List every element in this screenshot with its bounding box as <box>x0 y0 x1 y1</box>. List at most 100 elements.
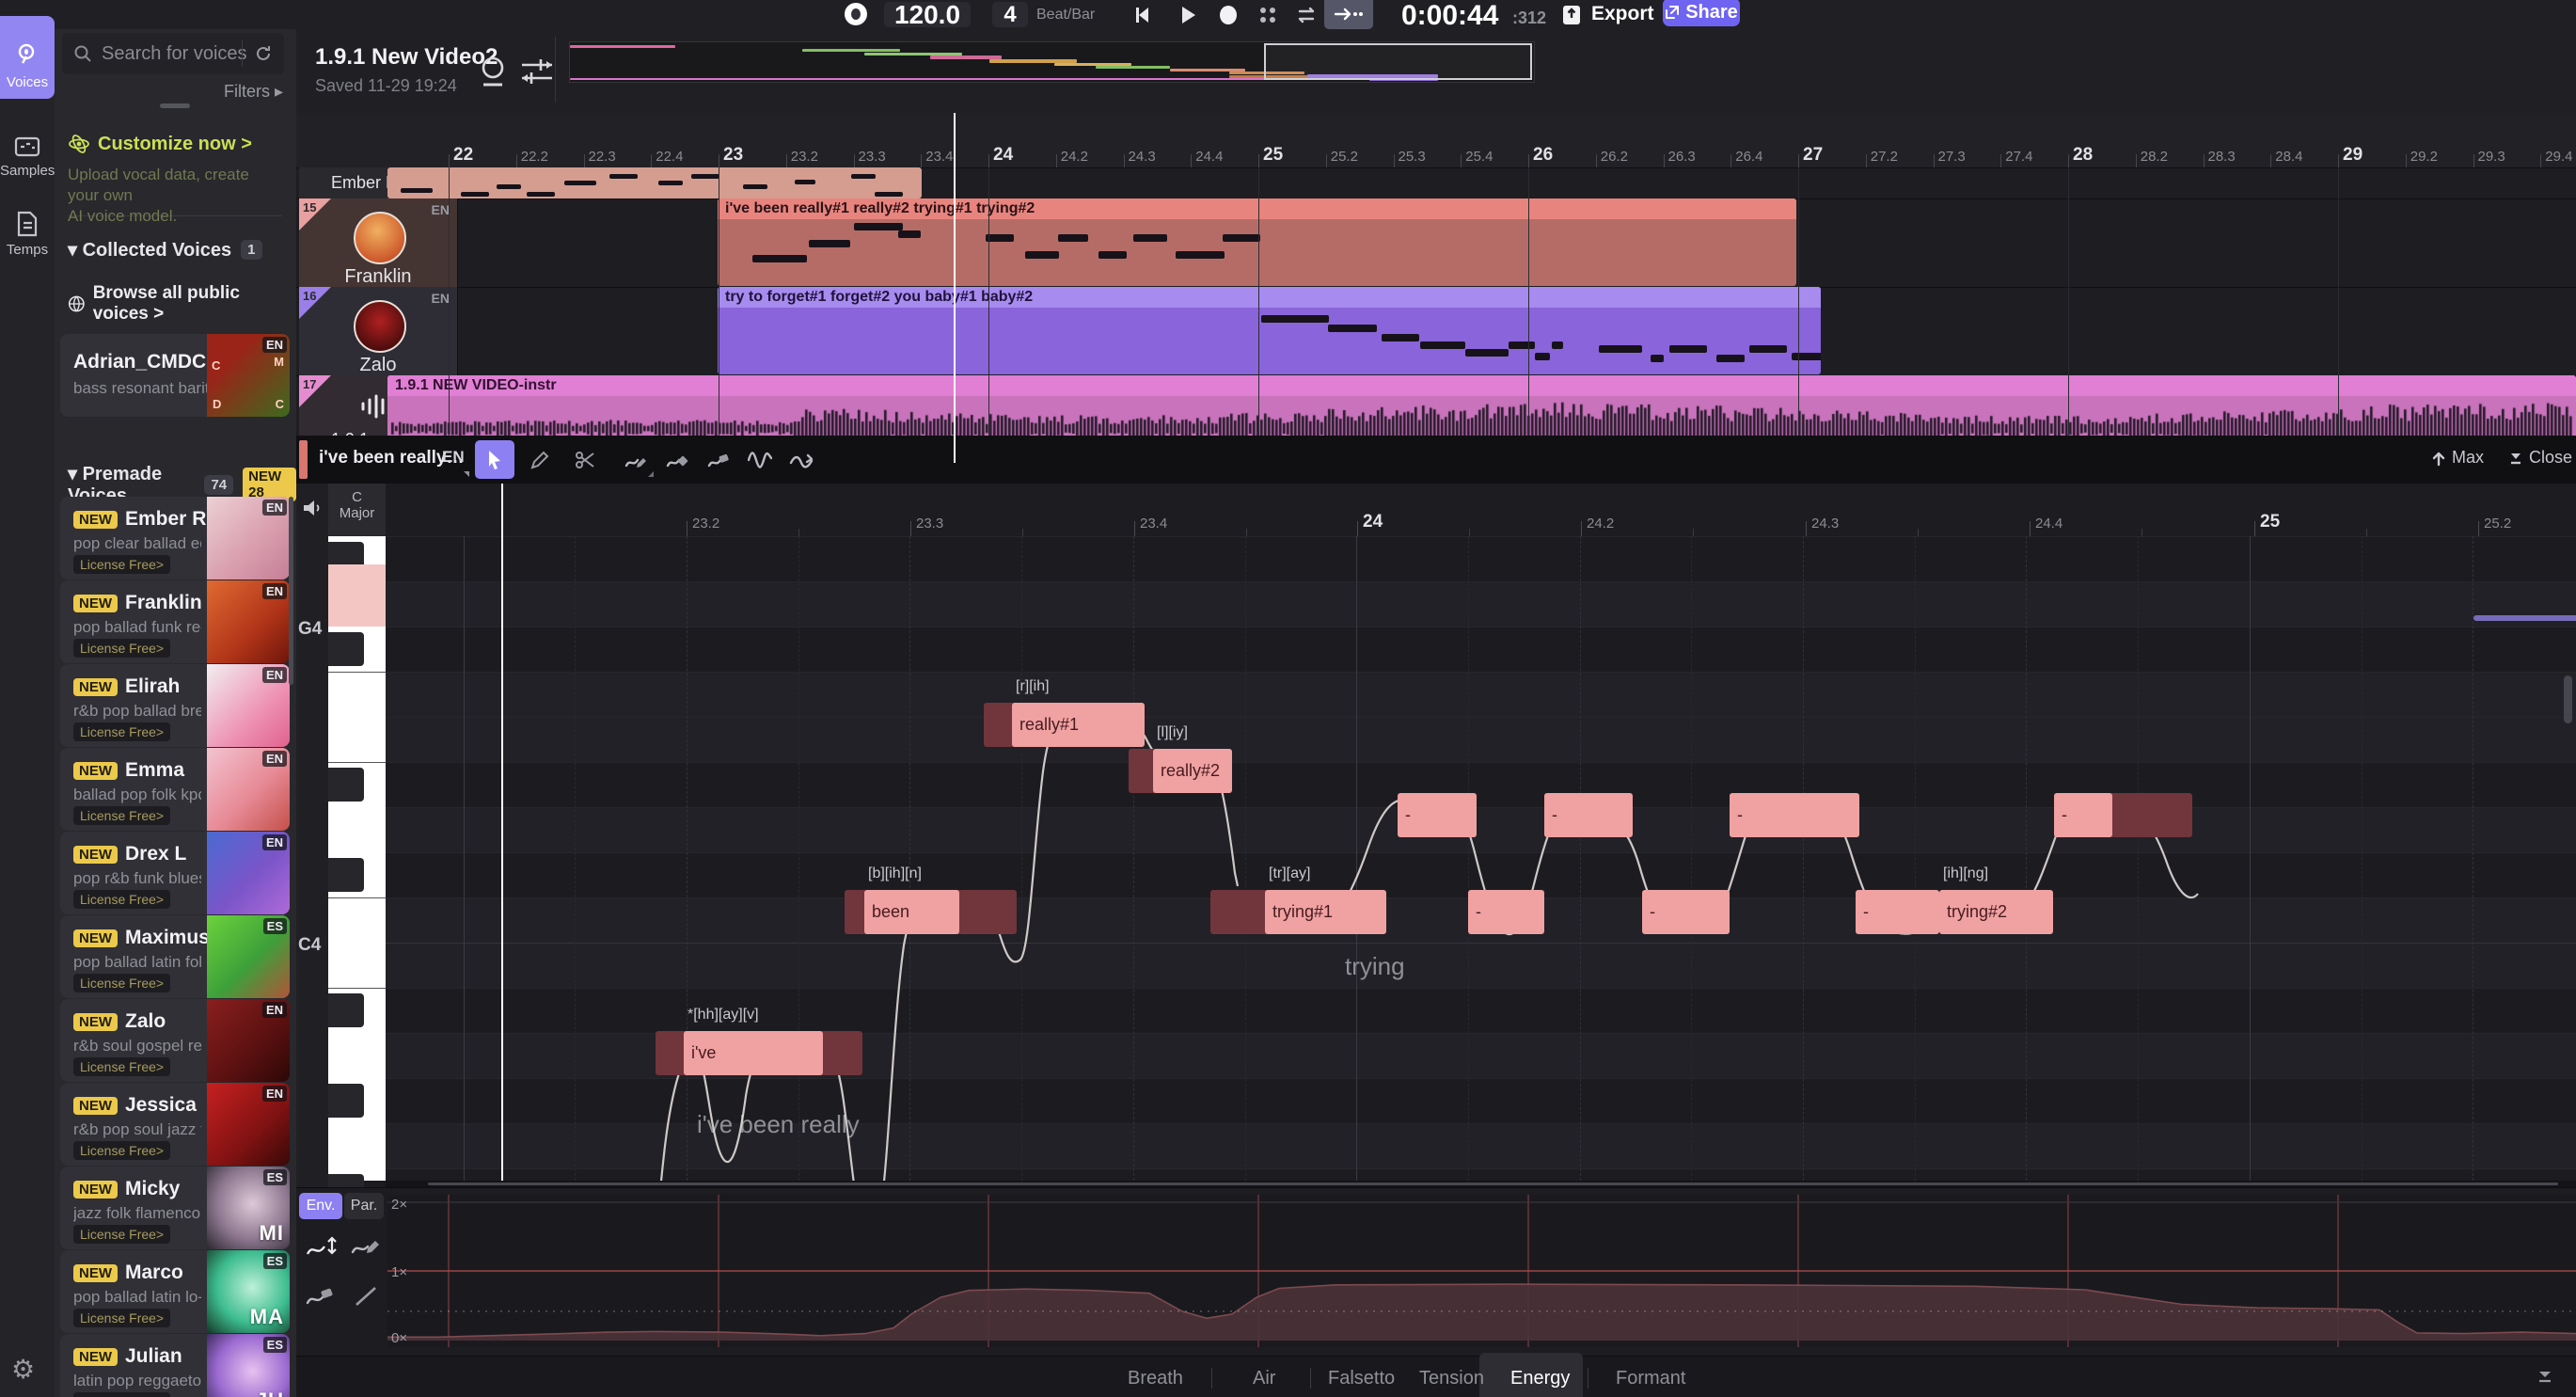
voice-card-julian[interactable]: NEWJulianlatin pop reggaeton afrLicense … <box>60 1334 290 1397</box>
voice-list-scrollbar[interactable] <box>289 497 293 685</box>
count-in-icon[interactable] <box>477 54 509 89</box>
note-lead-segment[interactable] <box>1210 890 1271 934</box>
close-editor-button[interactable]: Close <box>2508 448 2572 468</box>
note[interactable]: i've <box>684 1031 823 1075</box>
pitch-pen-tool-button[interactable] <box>616 440 656 479</box>
record-icon[interactable] <box>1220 6 1237 24</box>
piano-ruler[interactable]: 23.223.323.42424.224.324.42525.2 <box>386 484 2576 537</box>
param-graph[interactable]: 2× 1× 0× <box>387 1195 2576 1347</box>
note[interactable]: trying#1 <box>1265 890 1386 934</box>
tab-energy[interactable]: Energy <box>1510 1360 1570 1396</box>
license-link[interactable]: License Free> <box>73 722 170 741</box>
tab-tension[interactable]: Tension <box>1419 1360 1484 1396</box>
time-signature[interactable]: 4 <box>992 2 1028 27</box>
voice-card-micky[interactable]: NEWMickyjazz folk flamenco latinLicense … <box>60 1167 290 1249</box>
sidebar-tab-samples[interactable]: Samples <box>0 135 55 179</box>
note[interactable]: - <box>2054 793 2112 837</box>
piano-key-black[interactable] <box>328 768 364 802</box>
voice-card-emma[interactable]: NEWEmmaballad pop folk kpop edLicense Fr… <box>60 748 290 831</box>
loop-icon[interactable] <box>1294 4 1319 26</box>
param-line-tool-icon[interactable] <box>353 1284 379 1309</box>
note-grid[interactable]: i've*[hh][ay][v]been[b][ih][n]really#1[r… <box>386 536 2576 1181</box>
voice-card-zalo[interactable]: NEWZalor&b soul gospel resonaLicense Fre… <box>60 999 290 1082</box>
beat-bar-label[interactable]: Beat/Bar <box>1036 7 1095 24</box>
piano-key-black[interactable] <box>328 858 364 892</box>
settings-gear-icon[interactable]: ⚙ <box>11 1354 35 1385</box>
license-link[interactable]: License Free> <box>73 1225 170 1244</box>
note-tail-segment[interactable] <box>2107 793 2192 837</box>
song-minimap[interactable] <box>569 41 1535 83</box>
pitch-anchor-tool-button[interactable] <box>657 440 697 479</box>
mixer-sliders-icon[interactable] <box>518 54 556 89</box>
note[interactable]: trying#2 <box>1939 890 2053 934</box>
app-logo-icon[interactable] <box>845 3 867 25</box>
note[interactable]: really#2 <box>1153 749 1232 793</box>
voice-card-marco[interactable]: NEWMarcopop ballad latin lo-fi briLicens… <box>60 1250 290 1333</box>
env-tab[interactable]: Env. <box>299 1193 342 1219</box>
share-button[interactable]: Share <box>1663 0 1740 26</box>
clip-ember[interactable] <box>387 167 922 198</box>
voice-card-jessica[interactable]: NEWJessicar&b pop soul jazz funkLicense … <box>60 1083 290 1166</box>
pitch-eraser-tool-button[interactable] <box>699 440 738 479</box>
hscrollbar[interactable] <box>386 1181 2576 1187</box>
collected-voice-card[interactable]: Adrian_CMDC bass resonant baritone EN C … <box>60 334 290 417</box>
clip-zalo[interactable]: try to forget#1 forget#2 you baby#1 baby… <box>718 287 1821 374</box>
clip-franklin[interactable]: i've been really#1 really#2 trying#1 try… <box>718 198 1796 286</box>
refresh-icon[interactable] <box>254 44 273 63</box>
license-link[interactable]: License Free> <box>73 1392 170 1397</box>
license-link[interactable]: License Free> <box>73 974 170 992</box>
voice-card-ember-rose[interactable]: NEWEmber Rosepop clear ballad edm hLicen… <box>60 497 290 579</box>
tempo-display[interactable]: 120.0 <box>884 2 971 27</box>
note[interactable]: - <box>1642 890 1730 934</box>
note[interactable]: been <box>864 890 959 934</box>
highlighted-key[interactable] <box>328 564 386 627</box>
mute-speaker-icon[interactable] <box>302 499 323 517</box>
panel-drag-handle[interactable] <box>160 103 190 108</box>
minimap-viewport[interactable] <box>1264 43 1532 80</box>
maximize-editor-button[interactable]: Max <box>2431 448 2484 468</box>
vibrato-tool-button[interactable] <box>740 440 780 479</box>
tab-falsetto[interactable]: Falsetto <box>1328 1360 1395 1396</box>
param-scale-tool-icon[interactable] <box>306 1231 340 1260</box>
export-button[interactable]: Export <box>1591 3 1654 25</box>
note[interactable]: really#1 <box>1012 703 1145 747</box>
piano-keys[interactable] <box>328 536 386 1181</box>
follow-playhead-button[interactable] <box>1324 0 1373 29</box>
export-icon[interactable] <box>1561 4 1582 26</box>
project-title[interactable]: 1.9.1 New Video2 <box>315 44 498 71</box>
draw-tool-button[interactable] <box>520 440 560 479</box>
language-selector[interactable]: EN <box>442 448 465 467</box>
playhead-piano[interactable] <box>501 484 503 1181</box>
scale-selector[interactable]: C Major <box>328 484 386 537</box>
voice-card-elirah[interactable]: NEWElirahr&b pop ballad breathyLicense F… <box>60 664 290 747</box>
split-tool-button[interactable] <box>565 440 605 479</box>
collapse-panel-icon[interactable] <box>2536 1370 2553 1385</box>
collected-voices-header[interactable]: ▾ Collected Voices1 <box>68 238 262 262</box>
timeline-ruler[interactable]: 2222.222.322.42323.223.323.42424.224.324… <box>296 113 2576 168</box>
piano-key-black[interactable] <box>328 1084 364 1118</box>
sidebar-tab-temps[interactable]: Temps <box>0 210 55 258</box>
license-link[interactable]: License Free> <box>73 555 170 574</box>
note[interactable]: - <box>1856 890 1939 934</box>
license-link[interactable]: License Free> <box>73 1141 170 1160</box>
pitch-transition-tool-button[interactable] <box>782 440 821 479</box>
skip-back-icon[interactable] <box>1130 4 1153 26</box>
note[interactable]: - <box>1730 793 1859 837</box>
tab-formant[interactable]: Formant <box>1616 1360 1685 1396</box>
piano-key-black[interactable] <box>328 632 364 666</box>
par-tab[interactable]: Par. <box>344 1193 384 1219</box>
metronome-dots-icon[interactable] <box>1256 5 1279 25</box>
tab-breath[interactable]: Breath <box>1128 1360 1183 1396</box>
voice-card-franklin[interactable]: NEWFranklinpop ballad funk reggaeLicense… <box>60 580 290 663</box>
voice-card-drex-l[interactable]: NEWDrex Lpop r&b funk blues gosLicense F… <box>60 832 290 914</box>
param-eraser-tool-icon[interactable] <box>306 1284 336 1309</box>
note-tail-segment[interactable] <box>817 1031 862 1075</box>
note-tail-segment[interactable] <box>954 890 1017 934</box>
filters-button[interactable]: Filters ▸ <box>224 82 283 102</box>
select-tool-button[interactable] <box>475 440 514 479</box>
piano-key-black[interactable] <box>328 1174 364 1187</box>
tab-air[interactable]: Air <box>1253 1360 1275 1396</box>
voice-card-maximus[interactable]: NEWMaximuspop ballad latin folk latiLice… <box>60 915 290 998</box>
voice-search-bar[interactable]: Search for voices <box>62 33 284 74</box>
note[interactable]: - <box>1544 793 1633 837</box>
